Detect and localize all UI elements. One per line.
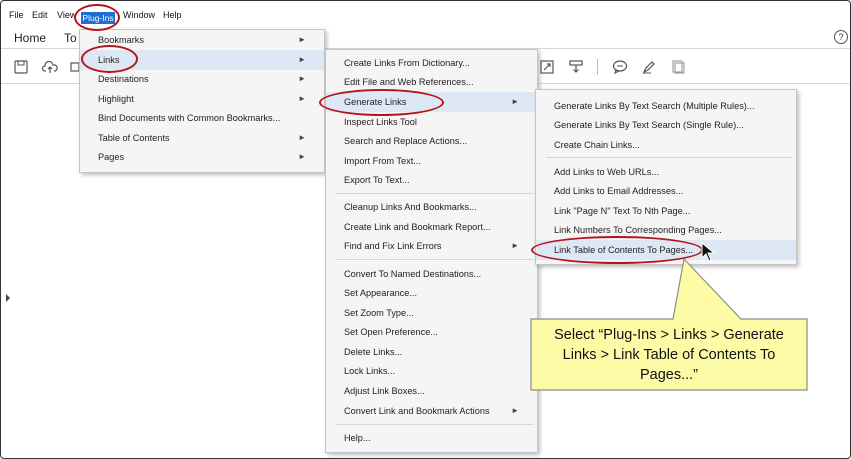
menu-item-cleanup-links[interactable]: Cleanup Links And Bookmarks... bbox=[326, 197, 537, 217]
download-icon[interactable] bbox=[568, 59, 584, 75]
menu-item-help[interactable]: Help... bbox=[326, 428, 537, 448]
menu-item-search-replace-actions[interactable]: Search and Replace Actions... bbox=[326, 131, 537, 151]
menu-item-edit-file-web-refs[interactable]: Edit File and Web References... bbox=[326, 72, 537, 92]
menu-item-export-to-text[interactable]: Export To Text... bbox=[326, 170, 537, 190]
callout-text: Select “Plug-Ins > Links > Generate Link… bbox=[554, 326, 784, 383]
chevron-right-icon: ► bbox=[298, 94, 306, 103]
menu-help[interactable]: Help bbox=[163, 10, 182, 20]
chevron-right-icon: ► bbox=[298, 55, 306, 64]
chevron-right-icon: ► bbox=[511, 241, 519, 250]
stamp-icon[interactable] bbox=[670, 59, 686, 75]
panel-expand-icon[interactable] bbox=[6, 294, 10, 302]
tab-tools[interactable]: To bbox=[64, 31, 77, 45]
menu-item-convert-named-destinations[interactable]: Convert To Named Destinations... bbox=[326, 264, 537, 284]
menu-item-adjust-link-boxes[interactable]: Adjust Link Boxes... bbox=[326, 381, 537, 401]
mouse-pointer-icon bbox=[701, 242, 715, 262]
menu-item-set-appearance[interactable]: Set Appearance... bbox=[326, 283, 537, 303]
app-window: File Edit View Window Help Plug-Ins Home… bbox=[0, 0, 851, 459]
menu-item-generate-links[interactable]: Generate Links ► bbox=[326, 92, 537, 112]
menu-item-links[interactable]: Links ► bbox=[80, 50, 324, 70]
menu-item-table-of-contents[interactable]: Table of Contents ► bbox=[80, 128, 324, 148]
save-icon[interactable] bbox=[13, 59, 29, 75]
menu-item-create-chain-links[interactable]: Create Chain Links... bbox=[536, 135, 796, 155]
menu-item-link-toc-to-pages[interactable]: Link Table of Contents To Pages... bbox=[536, 240, 796, 260]
help-icon[interactable]: ? bbox=[834, 30, 848, 44]
chevron-right-icon: ► bbox=[298, 133, 306, 142]
menu-item-delete-links[interactable]: Delete Links... bbox=[326, 342, 537, 362]
chevron-right-icon: ► bbox=[298, 74, 306, 83]
menu-item-convert-link-bookmark-actions[interactable]: Convert Link and Bookmark Actions ► bbox=[326, 401, 537, 421]
menu-item-highlight[interactable]: Highlight ► bbox=[80, 89, 324, 109]
menu-plugins[interactable]: Plug-Ins bbox=[81, 12, 115, 24]
generate-links-submenu: Generate Links By Text Search (Multiple … bbox=[535, 89, 797, 265]
menu-item-set-open-preference[interactable]: Set Open Preference... bbox=[326, 322, 537, 342]
menu-separator bbox=[546, 157, 792, 158]
menu-window[interactable]: Window bbox=[123, 10, 155, 20]
pen-icon[interactable] bbox=[641, 59, 657, 75]
menu-view[interactable]: View bbox=[57, 10, 76, 20]
menu-item-pages[interactable]: Pages ► bbox=[80, 147, 324, 167]
menu-item-inspect-links-tool[interactable]: Inspect Links Tool bbox=[326, 112, 537, 132]
chevron-right-icon: ► bbox=[511, 406, 519, 415]
plugins-menu: Bookmarks ► Links ► Destinations ► Highligh… bbox=[79, 29, 325, 173]
toolbar-separator bbox=[597, 59, 598, 75]
menu-separator bbox=[336, 259, 533, 260]
comment-icon[interactable] bbox=[612, 59, 628, 75]
menu-item-destinations[interactable]: Destinations ► bbox=[80, 69, 324, 89]
upload-cloud-icon[interactable] bbox=[42, 59, 58, 75]
menu-edit[interactable]: Edit bbox=[32, 10, 48, 20]
menu-bar: File Edit View Window Help bbox=[1, 7, 850, 25]
menu-separator bbox=[336, 424, 533, 425]
chevron-right-icon: ► bbox=[298, 152, 306, 161]
menu-separator bbox=[336, 193, 533, 194]
menu-item-find-fix-link-errors[interactable]: Find and Fix Link Errors ► bbox=[326, 236, 537, 256]
menu-item-set-zoom-type[interactable]: Set Zoom Type... bbox=[326, 303, 537, 323]
chevron-right-icon: ► bbox=[511, 97, 519, 106]
menu-item-link-numbers[interactable]: Link Numbers To Corresponding Pages... bbox=[536, 220, 796, 240]
menu-item-bookmarks[interactable]: Bookmarks ► bbox=[80, 30, 324, 50]
menu-item-add-web-urls[interactable]: Add Links to Web URLs... bbox=[536, 162, 796, 182]
menu-item-add-email-addresses[interactable]: Add Links to Email Addresses... bbox=[536, 181, 796, 201]
menu-item-lock-links[interactable]: Lock Links... bbox=[326, 361, 537, 381]
menu-item-gen-single-rule[interactable]: Generate Links By Text Search (Single Ru… bbox=[536, 115, 796, 135]
menu-item-link-page-n[interactable]: Link "Page N" Text To Nth Page... bbox=[536, 201, 796, 221]
tab-home[interactable]: Home bbox=[14, 31, 46, 45]
menu-file[interactable]: File bbox=[9, 10, 24, 20]
links-submenu: Create Links From Dictionary... Edit Fil… bbox=[325, 49, 538, 453]
menu-item-bind-documents[interactable]: Bind Documents with Common Bookmarks... bbox=[80, 108, 324, 128]
menu-item-import-from-text[interactable]: Import From Text... bbox=[326, 151, 537, 171]
menu-item-create-links-dictionary[interactable]: Create Links From Dictionary... bbox=[326, 53, 537, 73]
chevron-right-icon: ► bbox=[298, 35, 306, 44]
menu-item-gen-multiple-rules[interactable]: Generate Links By Text Search (Multiple … bbox=[536, 96, 796, 116]
fit-page-icon[interactable] bbox=[539, 59, 555, 75]
menu-item-link-bookmark-report[interactable]: Create Link and Bookmark Report... bbox=[326, 217, 537, 237]
